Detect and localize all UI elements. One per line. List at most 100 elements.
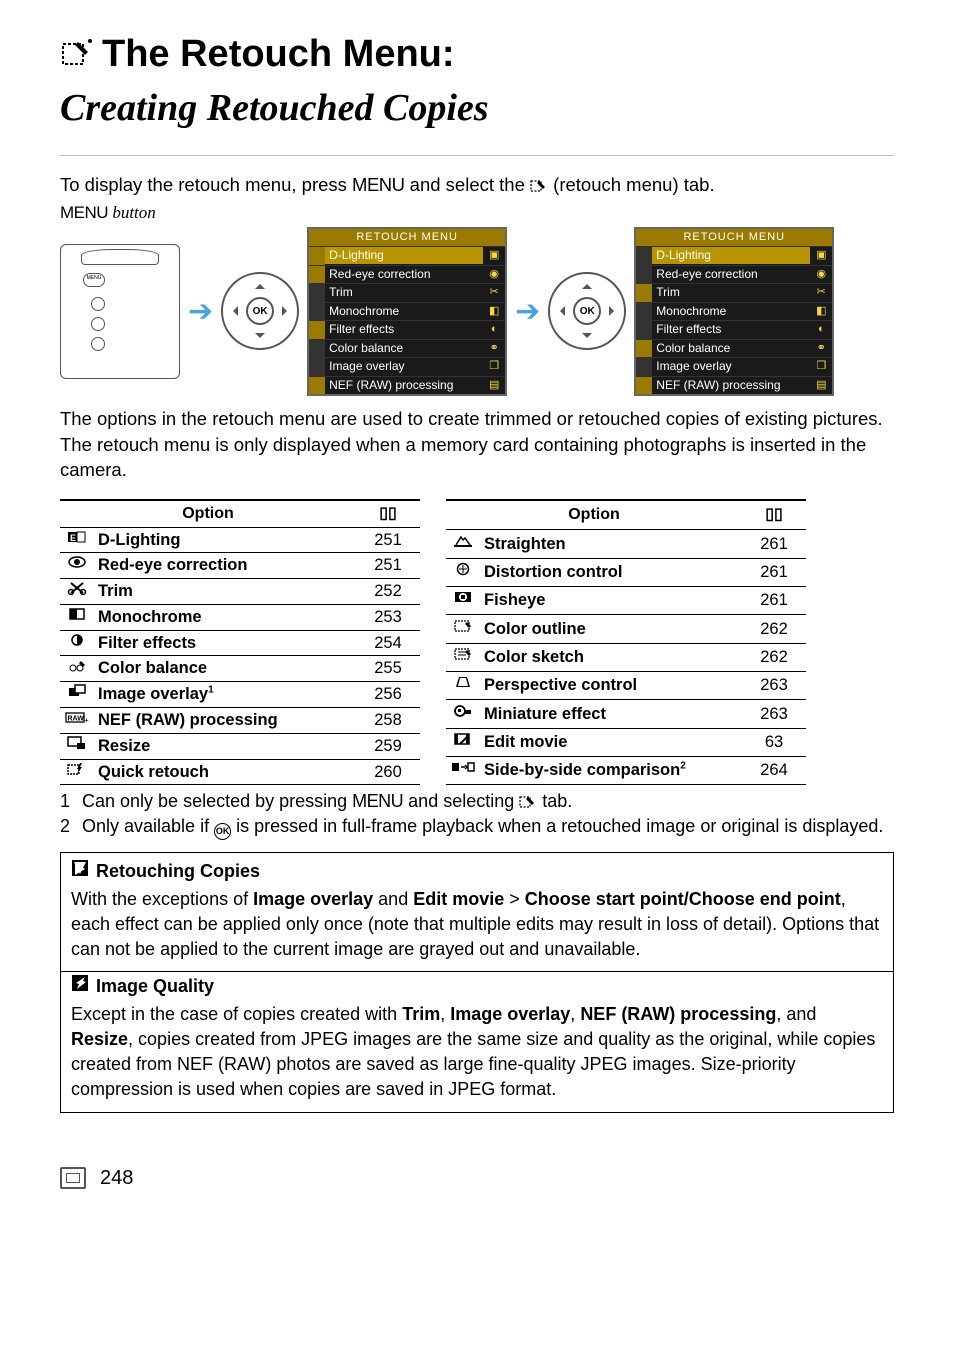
table-row: Color sketch262 (446, 643, 806, 671)
table-row: Image overlay1256 (60, 682, 420, 708)
table-row: Side-by-side comparison2264 (446, 756, 806, 784)
warning-icon (71, 859, 89, 884)
note-retouching-copies: Retouching Copies With the exceptions of… (60, 852, 894, 972)
arrow-icon: ➔ (515, 291, 540, 332)
quick-icon (60, 759, 94, 785)
page-ref: 63 (742, 728, 806, 756)
paragraph-description: The options in the retouch menu are used… (60, 406, 894, 483)
option-label: Resize (94, 733, 356, 759)
colorbal-icon (60, 656, 94, 682)
option-label: Image overlay1 (94, 682, 356, 708)
table-row: Trim252 (60, 579, 420, 605)
option-label: D-Lighting (94, 527, 356, 553)
page-ref: 253 (356, 604, 420, 630)
page-ref: 251 (356, 527, 420, 553)
option-label: Straighten (480, 530, 742, 558)
option-label: Miniature effect (480, 700, 742, 728)
table-row: Perspective control263 (446, 671, 806, 699)
option-label: Distortion control (480, 558, 742, 586)
page-title-block: The Retouch Menu: Creating Retouched Cop… (60, 28, 894, 156)
straight-icon (446, 530, 480, 558)
persp-icon (446, 671, 480, 699)
option-label: Quick retouch (94, 759, 356, 785)
option-label: Color balance (94, 656, 356, 682)
table-row: RAW+NEF (RAW) processing258 (60, 708, 420, 734)
sbs-icon (446, 756, 480, 784)
redeye-icon (60, 553, 94, 579)
title-text-2: Creating Retouched Copies (60, 82, 894, 134)
page-ref: 258 (356, 708, 420, 734)
table-row: Color outline262 (446, 615, 806, 643)
camera-illustration (60, 244, 180, 379)
option-label: Color sketch (480, 643, 742, 671)
trim-icon (60, 579, 94, 605)
table-row: Quick retouch260 (60, 759, 420, 785)
page-ref-icon: ▯▯ (765, 506, 783, 523)
page-ref: 256 (356, 682, 420, 708)
page-ref: 255 (356, 656, 420, 682)
page-ref: 263 (742, 700, 806, 728)
dpad-2: OK (548, 272, 626, 350)
page-ref: 259 (356, 733, 420, 759)
mono-icon (60, 604, 94, 630)
options-table-right: Option▯▯ Straighten261Distortion control… (446, 499, 806, 786)
outline-icon (446, 615, 480, 643)
page-ref: 254 (356, 630, 420, 656)
page-ref: 251 (356, 553, 420, 579)
page-ref: 262 (742, 615, 806, 643)
table-row: Distortion control261 (446, 558, 806, 586)
svg-text:E: E (70, 533, 76, 543)
footnotes: 1Can only be selected by pressing MENU a… (60, 789, 894, 840)
resize-icon (60, 733, 94, 759)
page-ref: 261 (742, 587, 806, 615)
distort-icon (446, 558, 480, 586)
table-row: Fisheye261 (446, 587, 806, 615)
mini-icon (446, 700, 480, 728)
page-ref: 260 (356, 759, 420, 785)
info-icon (71, 974, 89, 999)
fisheye-icon (446, 587, 480, 615)
section-tab-icon (60, 1167, 86, 1189)
page-ref: 261 (742, 530, 806, 558)
option-label: Monochrome (94, 604, 356, 630)
option-label: Side-by-side comparison2 (480, 756, 742, 784)
rawproc-icon: RAW+ (60, 708, 94, 734)
option-label: Color outline (480, 615, 742, 643)
table-row: Filter effects254 (60, 630, 420, 656)
option-label: Trim (94, 579, 356, 605)
table-row: Edit movie63 (446, 728, 806, 756)
menu-button-caption: MENU button (60, 201, 894, 224)
page-ref: 252 (356, 579, 420, 605)
intro-text: To display the retouch menu, press MENU … (60, 172, 894, 198)
dpad-1: OK (221, 272, 299, 350)
svg-text:+: + (84, 716, 89, 724)
options-table-left: Option▯▯ ED-Lighting251Red-eye correctio… (60, 499, 420, 786)
table-row: Straighten261 (446, 530, 806, 558)
edmov-icon (446, 728, 480, 756)
diagram-row: ➔ OK RETOUCH MENU D-Lighting▣ Red-eye co… (60, 227, 894, 396)
sketch-icon (446, 643, 480, 671)
option-label: Perspective control (480, 671, 742, 699)
lcd-1: RETOUCH MENU D-Lighting▣ Red-eye correct… (307, 227, 507, 396)
note-image-quality: Image Quality Except in the case of copi… (60, 972, 894, 1112)
retouch-icon (60, 38, 94, 70)
option-label: NEF (RAW) processing (94, 708, 356, 734)
options-tables: Option▯▯ ED-Lighting251Red-eye correctio… (60, 499, 894, 786)
option-label: Edit movie (480, 728, 742, 756)
arrow-icon: ➔ (188, 291, 213, 332)
retouch-tab-icon (530, 179, 548, 193)
page-footer: 248 (60, 1165, 894, 1193)
table-row: E D-Lighting251 (60, 527, 420, 553)
table-row: Miniature effect263 (446, 700, 806, 728)
page-ref-icon: ▯▯ (379, 505, 397, 522)
table-row: Monochrome253 (60, 604, 420, 630)
option-label: Red-eye correction (94, 553, 356, 579)
page-number: 248 (100, 1165, 133, 1193)
page-ref: 264 (742, 756, 806, 784)
option-label: Filter effects (94, 630, 356, 656)
retouch-tab-icon (519, 795, 537, 809)
svg-text:RAW: RAW (68, 716, 85, 723)
table-row: Resize259 (60, 733, 420, 759)
ok-button-icon: OK (214, 823, 231, 840)
page-ref: 262 (742, 643, 806, 671)
